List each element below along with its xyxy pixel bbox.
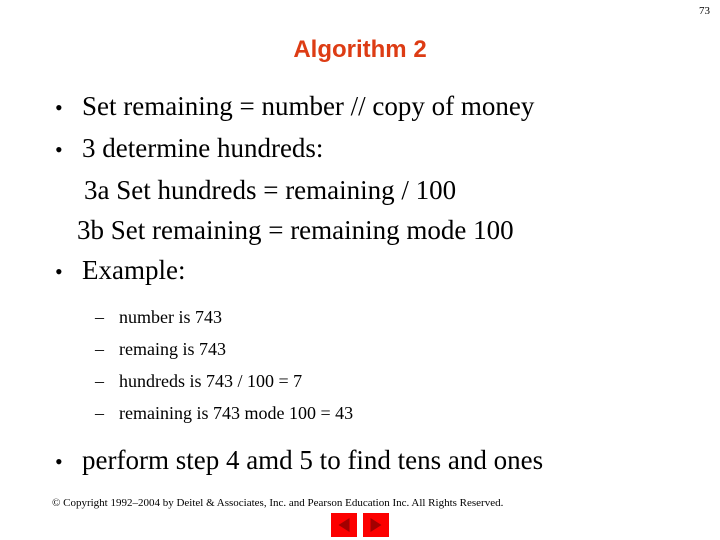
page-number: 73 bbox=[699, 5, 710, 17]
bullet-item-set-remaining: • Set remaining = number // copy of money bbox=[0, 86, 720, 128]
list-item-label: hundreds is 743 / 100 = 7 bbox=[119, 371, 303, 391]
bullet-glyph-icon: • bbox=[55, 259, 63, 284]
list-item-label: remaing is 743 bbox=[119, 339, 226, 359]
example-sub-list: – number is 743 – remaing is 743 – hundreds… bbox=[0, 301, 720, 429]
list-item-label: number is 743 bbox=[119, 307, 222, 327]
next-slide-button[interactable] bbox=[363, 513, 389, 537]
copyright-notice: © Copyright 1992–2004 by Deitel & Associ… bbox=[52, 497, 504, 509]
dash-glyph-icon: – bbox=[95, 371, 104, 391]
dash-glyph-icon: – bbox=[95, 307, 104, 327]
dash-glyph-icon: – bbox=[95, 403, 104, 423]
list-item-remaing: – remaing is 743 bbox=[0, 333, 720, 365]
bullet-item-example: • Example: bbox=[0, 250, 720, 292]
bullet-item-label: Set remaining = number // copy of money bbox=[82, 91, 535, 121]
slide-body: • Set remaining = number // copy of money… bbox=[0, 86, 720, 482]
bullet-glyph-icon: • bbox=[55, 95, 63, 120]
triangle-right-icon bbox=[370, 518, 382, 532]
bullet-item-determine-hundreds: • 3 determine hundreds: bbox=[0, 128, 720, 170]
list-item-number: – number is 743 bbox=[0, 301, 720, 333]
slide-navigation bbox=[0, 513, 720, 537]
triangle-left-icon bbox=[338, 518, 350, 532]
step-item-3b: 3b Set remaining = remaining mode 100 bbox=[77, 215, 514, 245]
list-item-remaining: – remaining is 743 mode 100 = 43 bbox=[0, 397, 720, 429]
slide-canvas: 73 Algorithm 2 • Set remaining = number /… bbox=[0, 0, 720, 540]
page-title: Algorithm 2 bbox=[293, 36, 427, 63]
list-item-hundreds: – hundreds is 743 / 100 = 7 bbox=[0, 365, 720, 397]
dash-glyph-icon: – bbox=[95, 339, 104, 359]
bullet-item-label: Example: bbox=[82, 255, 186, 285]
bullet-item-perform-step: • perform step 4 amd 5 to find tens and o… bbox=[0, 440, 720, 482]
bullet-glyph-icon: • bbox=[55, 137, 63, 162]
step-item-3a: 3a Set hundreds = remaining / 100 bbox=[84, 175, 457, 205]
bullet-item-label: 3 determine hundreds: bbox=[82, 133, 324, 163]
bullet-glyph-icon: • bbox=[55, 449, 63, 474]
previous-slide-button[interactable] bbox=[331, 513, 357, 537]
bullet-item-label: perform step 4 amd 5 to find tens and on… bbox=[82, 445, 544, 475]
list-item-label: remaining is 743 mode 100 = 43 bbox=[119, 403, 354, 423]
